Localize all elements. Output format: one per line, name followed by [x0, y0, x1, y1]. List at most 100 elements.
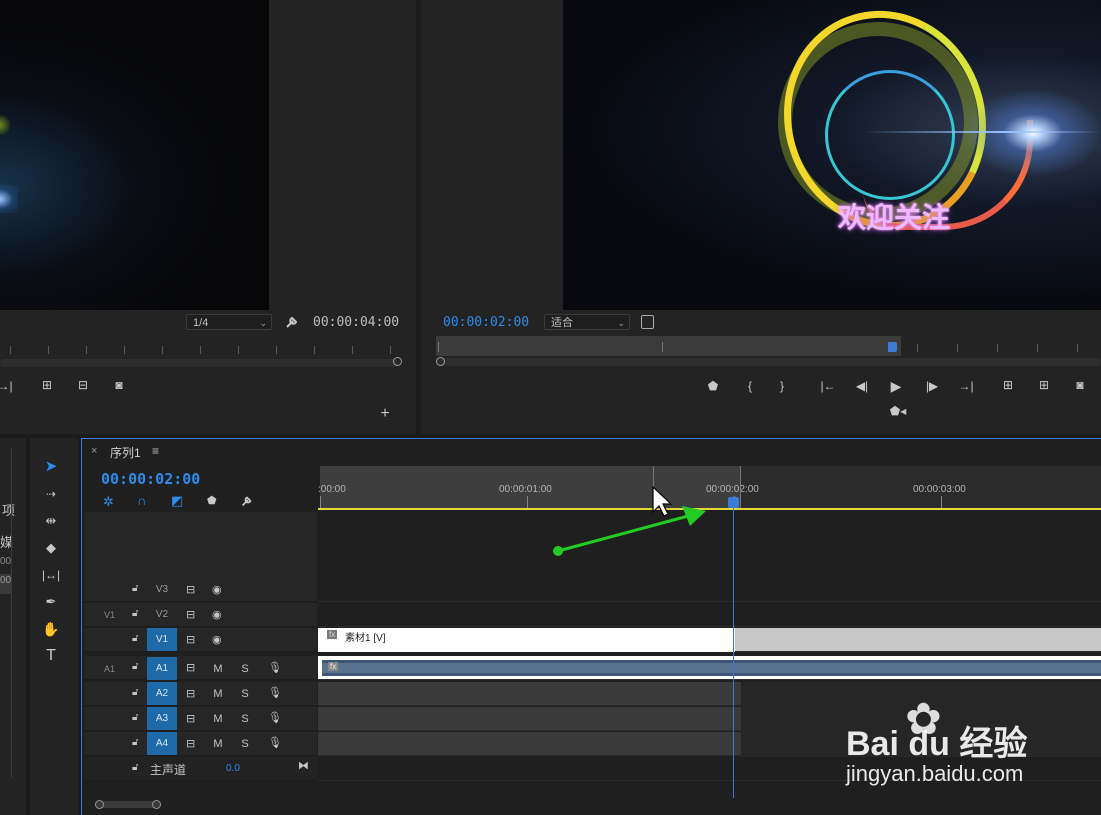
- mute-button[interactable]: M: [211, 657, 225, 681]
- camera-icon[interactable]: ◙: [110, 378, 128, 392]
- insert-icon[interactable]: ⊞: [38, 378, 56, 392]
- track-target-a4[interactable]: A4: [147, 732, 177, 755]
- eye-icon[interactable]: ◉: [212, 583, 222, 596]
- audio-clip[interactable]: fx: [322, 660, 1101, 676]
- wrench-icon[interactable]: [240, 494, 254, 508]
- solo-button[interactable]: S: [238, 657, 252, 681]
- lock-icon[interactable]: 🔓︎: [132, 762, 138, 773]
- camera-icon[interactable]: ◙: [1071, 378, 1089, 392]
- scroll-handle-left[interactable]: [95, 800, 104, 809]
- sync-lock-icon[interactable]: ⊟: [186, 583, 195, 596]
- wrench-icon[interactable]: [284, 314, 300, 330]
- program-zoom-handle[interactable]: [436, 357, 445, 366]
- lock-icon[interactable]: 🔓︎: [132, 661, 138, 672]
- track-target-v1[interactable]: V1: [147, 628, 177, 651]
- project-scroll[interactable]: [11, 448, 12, 778]
- slip-tool-icon[interactable]: |↔|: [38, 564, 64, 586]
- type-tool-icon[interactable]: T: [38, 645, 64, 667]
- solo-button[interactable]: S: [238, 682, 252, 706]
- track-target-a3[interactable]: A3: [147, 707, 177, 730]
- lift-icon[interactable]: ⊞: [999, 378, 1017, 392]
- scroll-handle-right[interactable]: [152, 800, 161, 809]
- solo-button[interactable]: S: [238, 707, 252, 731]
- source-scrollbar[interactable]: [0, 359, 398, 367]
- track-select-tool-icon[interactable]: ⇢: [38, 483, 64, 505]
- mute-button[interactable]: M: [211, 732, 225, 756]
- track-lane-v3[interactable]: [318, 578, 1101, 602]
- ripple-edit-tool-icon[interactable]: ⇹: [38, 510, 64, 532]
- sync-lock-icon[interactable]: ⊟: [186, 737, 195, 750]
- source-zoom-handle[interactable]: [393, 357, 402, 366]
- program-timecode[interactable]: 00:00:02:00: [443, 315, 529, 330]
- source-resolution-select[interactable]: 1/4 ⌄: [186, 314, 272, 330]
- export-frame-settings-icon[interactable]: [641, 315, 654, 329]
- track-name-v2[interactable]: V2: [150, 603, 174, 627]
- add-marker-icon[interactable]: ⬟: [207, 494, 217, 507]
- source-patch-a1[interactable]: A1: [104, 657, 115, 681]
- sync-lock-icon[interactable]: ⊟: [186, 661, 195, 674]
- sync-lock-icon[interactable]: ⊟: [186, 608, 195, 621]
- program-playhead[interactable]: [888, 342, 897, 352]
- overwrite-icon[interactable]: ⊟: [74, 378, 92, 392]
- nest-icon[interactable]: ◩: [171, 493, 183, 509]
- pen-tool-icon[interactable]: ✒: [38, 591, 64, 613]
- lock-icon[interactable]: 🔓︎: [132, 737, 138, 748]
- program-fit-select[interactable]: 适合 ⌄: [544, 314, 630, 330]
- eye-icon[interactable]: ◉: [212, 633, 222, 646]
- microphone-icon[interactable]: 🎙︎: [268, 661, 282, 674]
- track-header-v2[interactable]: [84, 603, 317, 627]
- microphone-icon[interactable]: 🎙︎: [268, 736, 282, 749]
- go-to-out-icon[interactable]: →|: [957, 379, 975, 393]
- go-to-in-icon[interactable]: |←: [819, 379, 837, 393]
- eye-icon[interactable]: ◉: [212, 608, 222, 621]
- track-target-a1[interactable]: A1: [147, 657, 177, 680]
- track-header-v1[interactable]: [84, 628, 317, 652]
- solo-button[interactable]: S: [238, 732, 252, 756]
- add-button-icon[interactable]: +: [376, 405, 394, 423]
- master-volume-value[interactable]: 0.0: [226, 763, 240, 774]
- track-target-a2[interactable]: A2: [147, 682, 177, 705]
- mark-out-icon[interactable]: }: [773, 379, 791, 393]
- track-header-a4[interactable]: [84, 732, 317, 756]
- go-to-out-icon[interactable]: →|: [0, 379, 14, 393]
- razor-tool-icon[interactable]: ◆: [38, 537, 64, 559]
- track-header-master[interactable]: [84, 757, 317, 781]
- timeline-horizontal-scrollbar[interactable]: [96, 801, 160, 808]
- track-header-a3[interactable]: [84, 707, 317, 731]
- sync-lock-icon[interactable]: ⊟: [186, 633, 195, 646]
- comparison-view-icon[interactable]: ⬟◂: [886, 404, 910, 418]
- track-name-v3[interactable]: V3: [150, 578, 174, 602]
- microphone-icon[interactable]: 🎙︎: [268, 711, 282, 724]
- linked-selection-icon[interactable]: ∩: [137, 493, 146, 508]
- sequence-menu-icon[interactable]: ≡: [152, 444, 159, 458]
- selection-tool-icon[interactable]: ➤: [38, 456, 64, 478]
- source-patch-v1[interactable]: V1: [104, 603, 115, 627]
- sequence-timecode[interactable]: 00:00:02:00: [101, 470, 200, 488]
- sequence-close-icon[interactable]: ×: [91, 445, 97, 457]
- program-scrollbar[interactable]: [436, 358, 1101, 366]
- mute-button[interactable]: M: [211, 682, 225, 706]
- sync-lock-icon[interactable]: ⊟: [186, 687, 195, 700]
- master-go-to-icon[interactable]: ⧓: [298, 759, 309, 772]
- lock-icon[interactable]: 🔓︎: [132, 712, 138, 723]
- mute-button[interactable]: M: [211, 707, 225, 731]
- extract-icon[interactable]: ⊞: [1035, 378, 1053, 392]
- lock-icon[interactable]: 🔓︎: [132, 633, 138, 644]
- lock-icon[interactable]: 🔓︎: [132, 687, 138, 698]
- snap-icon[interactable]: ✲: [103, 494, 114, 510]
- track-header-v3[interactable]: [84, 578, 317, 602]
- microphone-icon[interactable]: 🎙︎: [268, 686, 282, 699]
- track-lane-v2[interactable]: [318, 603, 1101, 627]
- add-marker-icon[interactable]: ⬟: [704, 379, 722, 393]
- hand-tool-icon[interactable]: ✋: [38, 618, 64, 640]
- track-header-a2[interactable]: [84, 682, 317, 706]
- play-icon[interactable]: ▶: [887, 378, 905, 395]
- timeline-playhead-handle[interactable]: [728, 497, 739, 508]
- lock-icon[interactable]: 🔓︎: [132, 608, 138, 619]
- track-header-a1[interactable]: [84, 656, 317, 680]
- step-forward-icon[interactable]: |▶: [923, 379, 941, 393]
- sync-lock-icon[interactable]: ⊟: [186, 712, 195, 725]
- lock-icon[interactable]: 🔓︎: [132, 583, 138, 594]
- source-ruler[interactable]: [0, 340, 402, 358]
- video-clip[interactable]: fx 素材1 [V]: [318, 628, 735, 652]
